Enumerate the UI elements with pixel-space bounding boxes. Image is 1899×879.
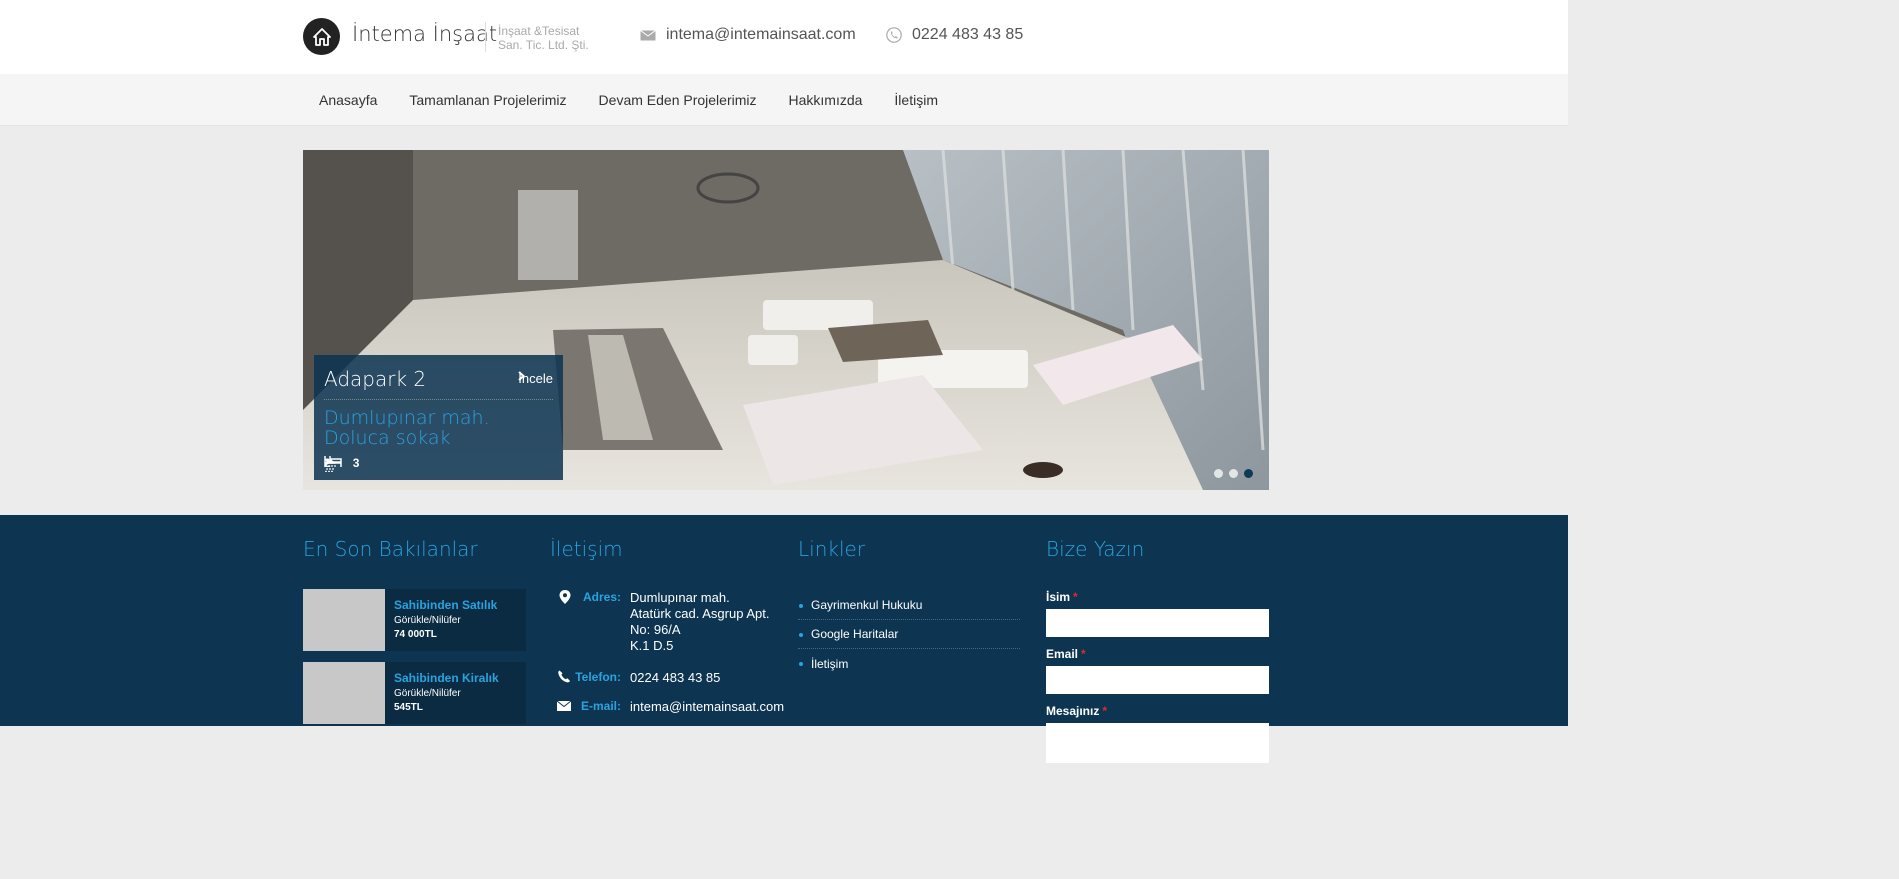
header-email-text[interactable]: intema@intemainsaat.com — [666, 26, 856, 44]
link-google-haritalar[interactable]: Google Haritalar — [798, 620, 1020, 649]
contact-title: İletişim — [550, 537, 623, 561]
message-label: Mesajınız * — [1046, 704, 1107, 718]
slider-dots — [1214, 469, 1253, 478]
hero-slider[interactable]: Adapark 2 İncele Dumlupınar mah. Doluca … — [303, 150, 1269, 490]
envelope-icon — [556, 701, 572, 711]
header-phone[interactable]: 0224 483 43 85 — [886, 26, 1023, 44]
bed-count: 3 — [352, 456, 360, 470]
links-title: Linkler — [798, 537, 866, 561]
slide-address: Dumlupınar mah. Doluca sokak — [324, 408, 490, 448]
incele-link[interactable]: İncele — [518, 371, 553, 386]
slider-dot-1[interactable] — [1214, 469, 1223, 478]
link-gayrimenkul-hukuku[interactable]: Gayrimenkul Hukuku — [798, 591, 1020, 620]
message-textarea[interactable] — [1046, 723, 1269, 763]
required-mark: * — [1073, 590, 1078, 604]
name-label: İsim * — [1046, 590, 1078, 604]
email-input[interactable] — [1046, 666, 1269, 694]
slide-caption: Adapark 2 İncele Dumlupınar mah. Doluca … — [314, 355, 563, 480]
header-email[interactable]: intema@intemainsaat.com — [640, 26, 856, 44]
recent-item[interactable]: Sahibinden Kiralık Görükle/Nilüfer 545TL — [303, 662, 526, 724]
phone-icon — [886, 27, 902, 43]
slider-dot-2[interactable] — [1229, 469, 1238, 478]
main-nav: Anasayfa Tamamlanan Projelerimiz Devam E… — [0, 74, 1568, 126]
footer: En Son Bakılanlar Sahibinden Satılık Gör… — [0, 515, 1568, 763]
email-label-text: Email — [1046, 647, 1079, 661]
address-line3: No: 96/A — [630, 622, 681, 637]
slide-address-line1: Dumlupınar mah. — [324, 407, 490, 429]
header-divider — [485, 22, 486, 52]
nav-item-devam-eden[interactable]: Devam Eden Projelerimiz — [583, 92, 773, 108]
recent-item-location: Görükle/Nilüfer — [394, 688, 461, 699]
bed-icon — [324, 456, 342, 467]
slider-dot-3[interactable] — [1244, 469, 1253, 478]
header-phone-text[interactable]: 0224 483 43 85 — [912, 26, 1023, 44]
recent-item-price: 74 000TL — [394, 629, 437, 640]
recent-item-price: 545TL — [394, 702, 423, 713]
message-label-text: Mesajınız — [1046, 704, 1100, 718]
nav-list: Anasayfa Tamamlanan Projelerimiz Devam E… — [303, 74, 954, 126]
links-list: Gayrimenkul Hukuku Google Haritalar İlet… — [798, 591, 1020, 678]
contact-email-text[interactable]: intema@intemainsaat.com — [630, 699, 784, 715]
tagline-line1: İnşaat &Tesisat — [498, 24, 580, 38]
recent-item-title[interactable]: Sahibinden Kiralık — [394, 671, 499, 685]
header: İntema İnşaat İnşaat &Tesisat San. Tic. … — [0, 0, 1568, 74]
address-line2: Atatürk cad. Asgrup Apt. — [630, 606, 770, 621]
address-line4: K.1 D.5 — [630, 638, 674, 653]
nav-item-anasayfa[interactable]: Anasayfa — [303, 92, 393, 108]
link-iletisim[interactable]: İletişim — [798, 649, 1020, 678]
phone-label: Telefon: — [575, 670, 621, 684]
envelope-icon — [640, 29, 656, 40]
nav-item-tamamlanan[interactable]: Tamamlanan Projelerimiz — [393, 92, 582, 108]
contact-phone-text[interactable]: 0224 483 43 85 — [630, 670, 720, 686]
slide-features: 2 3 — [324, 456, 360, 472]
brand-name[interactable]: İntema İnşaat — [352, 22, 497, 46]
name-label-text: İsim — [1046, 590, 1071, 604]
email-field-label: Email * — [1046, 647, 1086, 661]
caption-divider — [324, 399, 553, 400]
recent-thumbnail[interactable] — [303, 589, 385, 651]
name-input[interactable] — [1046, 609, 1269, 637]
recent-item-location: Görükle/Nilüfer — [394, 615, 461, 626]
required-mark: * — [1102, 704, 1108, 718]
nav-item-iletisim[interactable]: İletişim — [878, 92, 954, 108]
phone-icon — [558, 670, 570, 683]
recent-item-title[interactable]: Sahibinden Satılık — [394, 598, 497, 612]
address-label: Adres: — [582, 590, 621, 604]
recent-title: En Son Bakılanlar — [303, 537, 478, 561]
nav-item-hakkimizda[interactable]: Hakkımızda — [773, 92, 879, 108]
bedroom-feature: 3 — [324, 456, 360, 470]
recent-item[interactable]: Sahibinden Satılık Görükle/Nilüfer 74 00… — [303, 589, 526, 651]
tagline-line2: San. Tic. Ltd. Şti. — [498, 38, 589, 52]
slide-address-line2: Doluca sokak — [324, 427, 451, 449]
email-label: E-mail: — [580, 699, 621, 713]
required-mark: * — [1081, 647, 1086, 661]
chevron-right-icon — [518, 371, 526, 381]
map-pin-icon — [559, 590, 571, 604]
tagline: İnşaat &Tesisat San. Tic. Ltd. Şti. — [498, 24, 589, 52]
slide-title[interactable]: Adapark 2 — [324, 367, 426, 391]
form-title: Bize Yazın — [1046, 537, 1145, 561]
home-logo-icon[interactable] — [303, 18, 340, 55]
recent-thumbnail[interactable] — [303, 662, 385, 724]
address-line1: Dumlupınar mah. — [630, 590, 730, 605]
